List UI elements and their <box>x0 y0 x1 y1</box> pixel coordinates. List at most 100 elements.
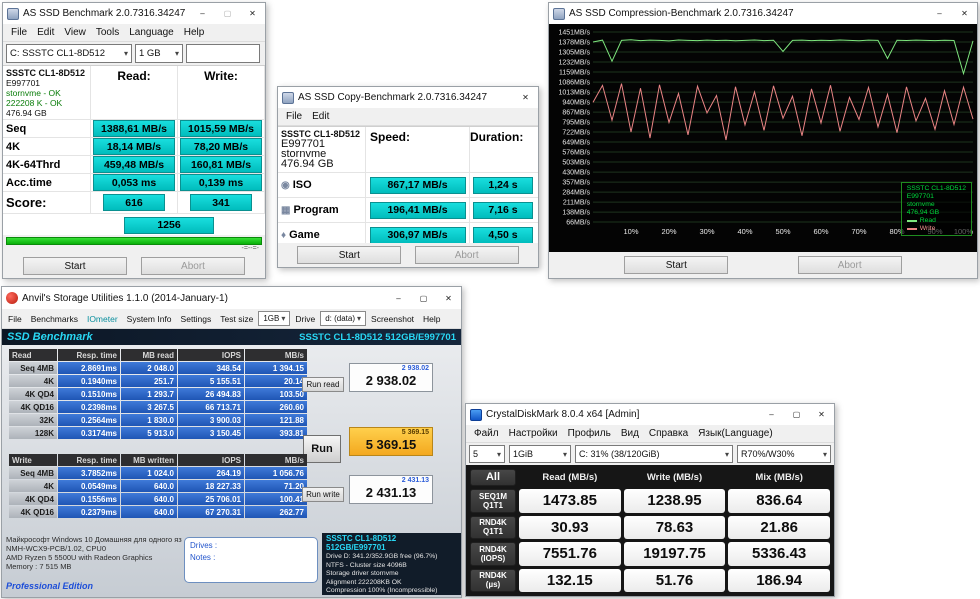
abort-button[interactable]: Abort <box>798 256 902 274</box>
row-label-4k64: 4K-64Thrd <box>3 156 91 173</box>
game-label: Game <box>289 229 320 241</box>
as-ssd-app-icon <box>553 8 565 20</box>
maximize-icon[interactable] <box>215 3 240 24</box>
menu-file[interactable]: Файл <box>469 427 504 440</box>
menu-settings[interactable]: Settings <box>177 313 216 325</box>
acctime-read-value: 0,053 ms <box>93 174 175 191</box>
compression-info: Compression 100% (Incompressible) <box>326 587 457 596</box>
drives-notes-box[interactable]: Drives : Notes : <box>184 537 318 583</box>
titlebar[interactable]: Anvil's Storage Utilities 1.1.0 (2014-Ja… <box>2 287 461 309</box>
chevron-down-icon <box>497 449 501 459</box>
test-size-label: Test size <box>216 313 257 325</box>
close-icon[interactable] <box>952 3 977 24</box>
titlebar[interactable]: AS SSD Copy-Benchmark 2.0.7316.34247 <box>278 87 538 108</box>
mix-ratio-select[interactable]: R70%/W30% <box>737 445 831 463</box>
menu-language[interactable]: Language <box>124 26 179 39</box>
window-title: CrystalDiskMark 8.0.4 x64 [Admin] <box>482 409 759 420</box>
run-button[interactable]: Run <box>303 435 341 463</box>
legend-capacity: 476,94 GB <box>907 209 966 217</box>
menu-file[interactable]: File <box>4 313 26 325</box>
drive-space-info: Drive D: 341.2/352.9GB free (96.7%) <box>326 553 457 562</box>
menu-help[interactable]: Справка <box>644 427 693 440</box>
menu-file[interactable]: File <box>281 110 307 123</box>
compression-chart: 1451MB/s1378MB/s1305MB/s1232MB/s1159MB/s… <box>549 24 977 252</box>
minimize-icon[interactable] <box>386 287 411 309</box>
close-icon[interactable] <box>809 404 834 425</box>
menu-edit[interactable]: Edit <box>32 26 59 39</box>
menu-settings[interactable]: Настройки <box>504 427 563 440</box>
run-read-button[interactable]: Run read <box>302 377 344 392</box>
titlebar[interactable]: CrystalDiskMark 8.0.4 x64 [Admin] <box>466 404 834 425</box>
abort-button[interactable]: Abort <box>141 257 245 275</box>
rnd4k-iops-button[interactable]: RND4K(IOPS) <box>470 542 516 566</box>
drive-firmware: E997701 <box>6 78 87 88</box>
row-label-iso: ISO <box>278 173 366 197</box>
svg-text:1305MB/s: 1305MB/s <box>558 50 590 57</box>
menu-profile[interactable]: Профиль <box>563 427 616 440</box>
row-label-game: Game <box>278 223 366 243</box>
rnd4k-latency-button[interactable]: RND4K(µs) <box>470 569 516 593</box>
close-icon[interactable] <box>513 87 538 108</box>
legend-write: Write <box>920 225 936 233</box>
menu-edit[interactable]: Edit <box>307 110 334 123</box>
custom-size-input[interactable] <box>186 44 260 63</box>
size-select[interactable]: 1 GB <box>135 44 183 63</box>
menu-screenshot[interactable]: Screenshot <box>367 313 418 325</box>
svg-text:138MB/s: 138MB/s <box>562 210 590 217</box>
game-icon <box>281 230 286 241</box>
drive-select[interactable]: d: (data) <box>320 311 366 326</box>
write-series-chip <box>907 228 917 230</box>
start-button[interactable]: Start <box>624 256 728 274</box>
chevron-down-icon <box>725 449 729 459</box>
abort-button[interactable]: Abort <box>415 246 519 264</box>
minimize-icon[interactable] <box>759 404 784 425</box>
menubar: Файл Настройки Профиль Вид Справка Язык(… <box>466 425 834 443</box>
svg-text:1451MB/s: 1451MB/s <box>558 30 590 37</box>
rnd4k-q1t1-button[interactable]: RND4KQ1T1 <box>470 516 516 540</box>
titlebar[interactable]: AS SSD Compression-Benchmark 2.0.7316.34… <box>549 3 977 24</box>
minimize-icon[interactable] <box>190 3 215 24</box>
chevron-down-icon <box>823 449 827 459</box>
target-drive-value: C: 31% (38/120GiB) <box>579 449 660 459</box>
legend-driver: stornvme <box>907 201 966 209</box>
start-button[interactable]: Start <box>23 257 127 275</box>
menu-system-info[interactable]: System Info <box>123 313 176 325</box>
close-icon[interactable] <box>436 287 461 309</box>
menu-help[interactable]: Help <box>419 313 444 325</box>
seq1m-q1t1-button[interactable]: SEQ1MQ1T1 <box>470 489 516 513</box>
test-count-value: 5 <box>473 449 478 459</box>
all-test-button[interactable]: All <box>470 469 516 486</box>
start-button[interactable]: Start <box>297 246 401 264</box>
test-count-select[interactable]: 5 <box>469 445 505 463</box>
close-icon[interactable] <box>240 3 265 24</box>
system-info: Майкрософт Windows 10 Домашняя для одног… <box>6 535 182 571</box>
chart-legend: SSSTC CL1-8D512 E997701 stornvme 476,94 … <box>901 182 972 236</box>
menu-benchmarks[interactable]: Benchmarks <box>27 313 82 325</box>
size-select-value: 1 GB <box>139 48 161 59</box>
maximize-icon[interactable] <box>784 404 809 425</box>
results-panel: SSSTC CL1-8D512 E997701 stornvme - OK 22… <box>3 65 265 235</box>
anvil-storage-utilities-window: Anvil's Storage Utilities 1.1.0 (2014-Ja… <box>1 286 462 598</box>
4k64-write-value: 160,81 MB/s <box>180 156 262 173</box>
run-write-button[interactable]: Run write <box>302 487 344 502</box>
test-size-select[interactable]: 1GB <box>258 311 290 326</box>
menu-help[interactable]: Help <box>179 26 210 39</box>
table-row: Seq 4MB3.7852ms1 024.0264.191 056.76 <box>9 467 307 479</box>
rnd4k-read-value: 30.93 <box>519 516 621 540</box>
menu-file[interactable]: File <box>6 26 32 39</box>
titlebar[interactable]: AS SSD Benchmark 2.0.7316.34247 <box>3 3 265 24</box>
read-score-box: 2 938.02 2 938.02 <box>349 363 433 392</box>
maximize-icon[interactable] <box>411 287 436 309</box>
test-size-select[interactable]: 1GiB <box>509 445 571 463</box>
drive-capacity: 476.94 GB <box>281 159 362 169</box>
menu-iometer[interactable]: IOmeter <box>83 313 122 325</box>
menu-tools[interactable]: Tools <box>91 26 124 39</box>
menu-language[interactable]: Язык(Language) <box>693 427 778 440</box>
minimize-icon[interactable] <box>927 3 952 24</box>
target-drive-select[interactable]: C: 31% (38/120GiB) <box>575 445 733 463</box>
menu-view[interactable]: View <box>59 26 91 39</box>
svg-text:649MB/s: 649MB/s <box>562 140 590 147</box>
crystaldiskmark-window: CrystalDiskMark 8.0.4 x64 [Admin] Файл Н… <box>465 403 835 597</box>
drive-select[interactable]: C: SSSTC CL1-8D512 <box>6 44 132 63</box>
menu-view[interactable]: Вид <box>616 427 644 440</box>
